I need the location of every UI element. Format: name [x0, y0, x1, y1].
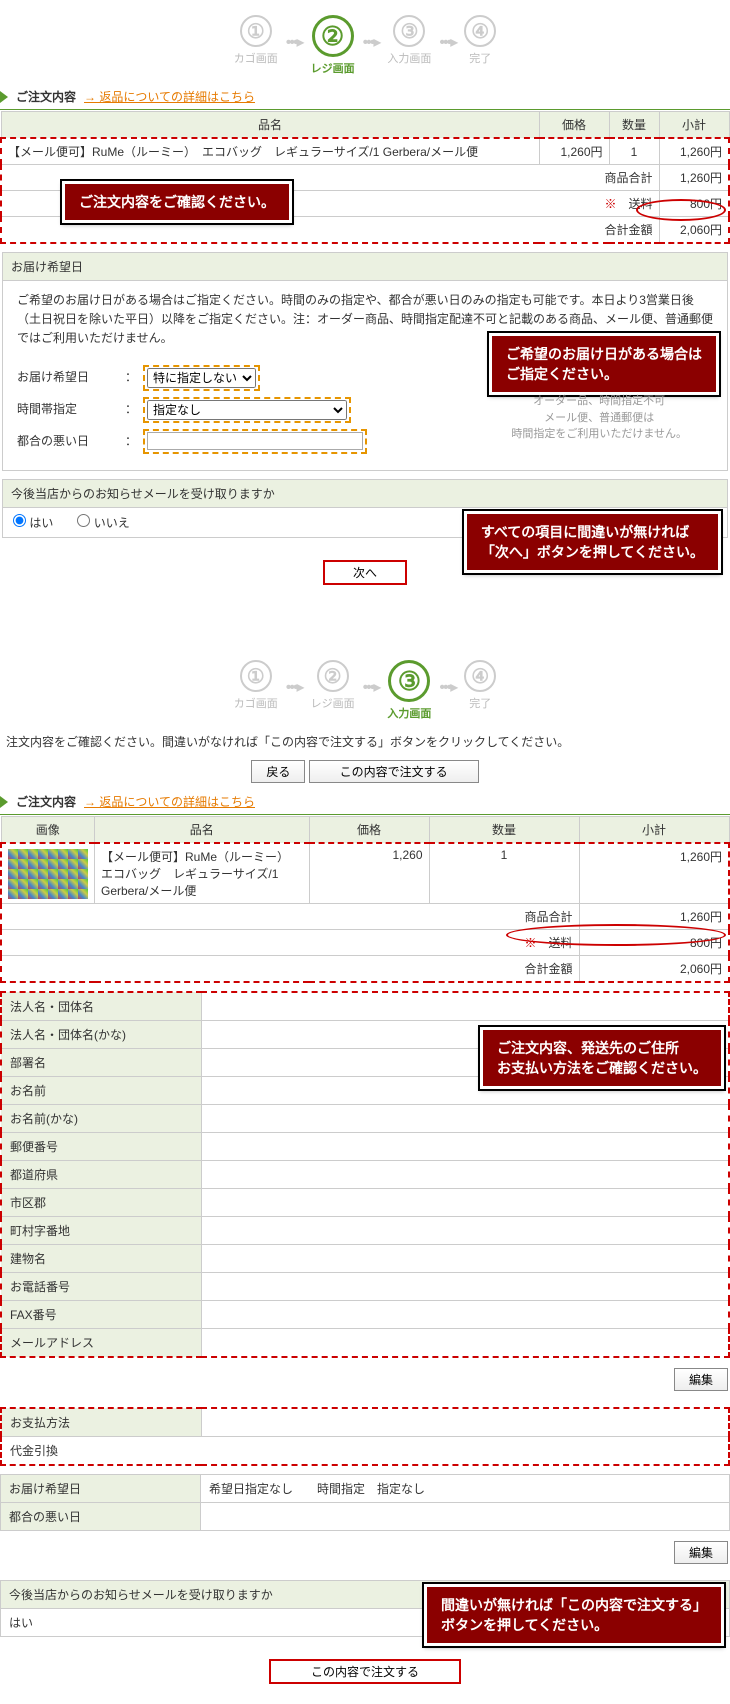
- callout-confirm-order: ご注文内容をご確認ください。: [62, 181, 292, 223]
- newsletter-yes[interactable]: はい: [13, 514, 53, 531]
- back-button[interactable]: 戻る: [251, 760, 305, 783]
- item-name: 【メール便可】RuMe（ルーミー） エコバッグ レギュラーサイズ/1 Gerbe…: [1, 138, 539, 165]
- callout-address: ご注文内容、発送先のご住所 お支払い方法をご確認ください。: [480, 1027, 724, 1089]
- bad-day-input[interactable]: [147, 432, 363, 450]
- shipping-highlight-circle: [636, 199, 726, 221]
- progress-steps-3: ①カゴ画面 •••▸ ②レジ画面 •••▸ ③入力画面 •••▸ ④完了: [0, 645, 730, 729]
- delivery-note: オーダー品、時間指定不可 メール便、普通郵便は 時間指定をご利用いただけません。: [511, 393, 687, 443]
- shipping-highlight-circle-2: [506, 924, 726, 946]
- callout-next: すべての項目に間違いが無ければ 「次へ」ボタンを押してください。: [464, 511, 721, 573]
- newsletter-no[interactable]: いいえ: [77, 514, 129, 531]
- newsletter-box: 今後当店からのお知らせメールを受け取りますか はい いいえ すべての項目に間違い…: [2, 479, 728, 538]
- progress-steps-2: ①カゴ画面 •••▸ ②レジ画面 •••▸ ③入力画面 •••▸ ④完了: [0, 0, 730, 84]
- section-title-order: ご注文内容 → 返品についての詳細はこちら: [0, 84, 730, 110]
- return-policy-link[interactable]: → 返品についての詳細はこちら: [84, 88, 255, 105]
- return-policy-link-2[interactable]: → 返品についての詳細はこちら: [84, 793, 255, 810]
- callout-final-order: 間違いが無ければ「この内容で注文する」 ボタンを押してください。: [424, 1584, 724, 1646]
- instruction-confirm: 注文内容をご確認ください。間違いがなければ「この内容で注文する」ボタンをクリック…: [0, 729, 730, 754]
- order-table-1: 品名 価格 数量 小計 【メール便可】RuMe（ルーミー） エコバッグ レギュラ…: [0, 111, 730, 244]
- edit-button-1[interactable]: 編集: [674, 1368, 728, 1391]
- order-button-bottom[interactable]: この内容で注文する: [269, 1659, 461, 1684]
- delivery-date-select[interactable]: 特に指定しない: [147, 368, 256, 388]
- item-name-2: 【メール便可】RuMe（ルーミー） エコバッグ レギュラーサイズ/1 Gerbe…: [95, 843, 310, 904]
- order-button-top[interactable]: この内容で注文する: [309, 760, 479, 783]
- callout-delivery: ご希望のお届け日がある場合は ご指定ください。: [489, 333, 719, 395]
- edit-button-2[interactable]: 編集: [674, 1541, 728, 1564]
- delivery-title: お届け希望日: [3, 253, 727, 281]
- delivery-table-2: お届け希望日希望日指定なし 時間指定 指定なし 都合の悪い日: [0, 1474, 730, 1531]
- section-title-order-2: ご注文内容 → 返品についての詳細はこちら: [0, 789, 730, 815]
- product-thumbnail: [8, 849, 88, 899]
- delivery-time-select[interactable]: 指定なし: [147, 400, 347, 420]
- next-button[interactable]: 次へ: [323, 560, 407, 585]
- delivery-box: お届け希望日 ご希望のお届け日がある場合はご指定ください。時間のみの指定や、都合…: [2, 252, 728, 471]
- payment-table: お支払方法 代金引換: [0, 1407, 730, 1466]
- order-table-2: 画像 品名 価格 数量 小計 【メール便可】RuMe（ルーミー） エコバッグ レ…: [0, 816, 730, 983]
